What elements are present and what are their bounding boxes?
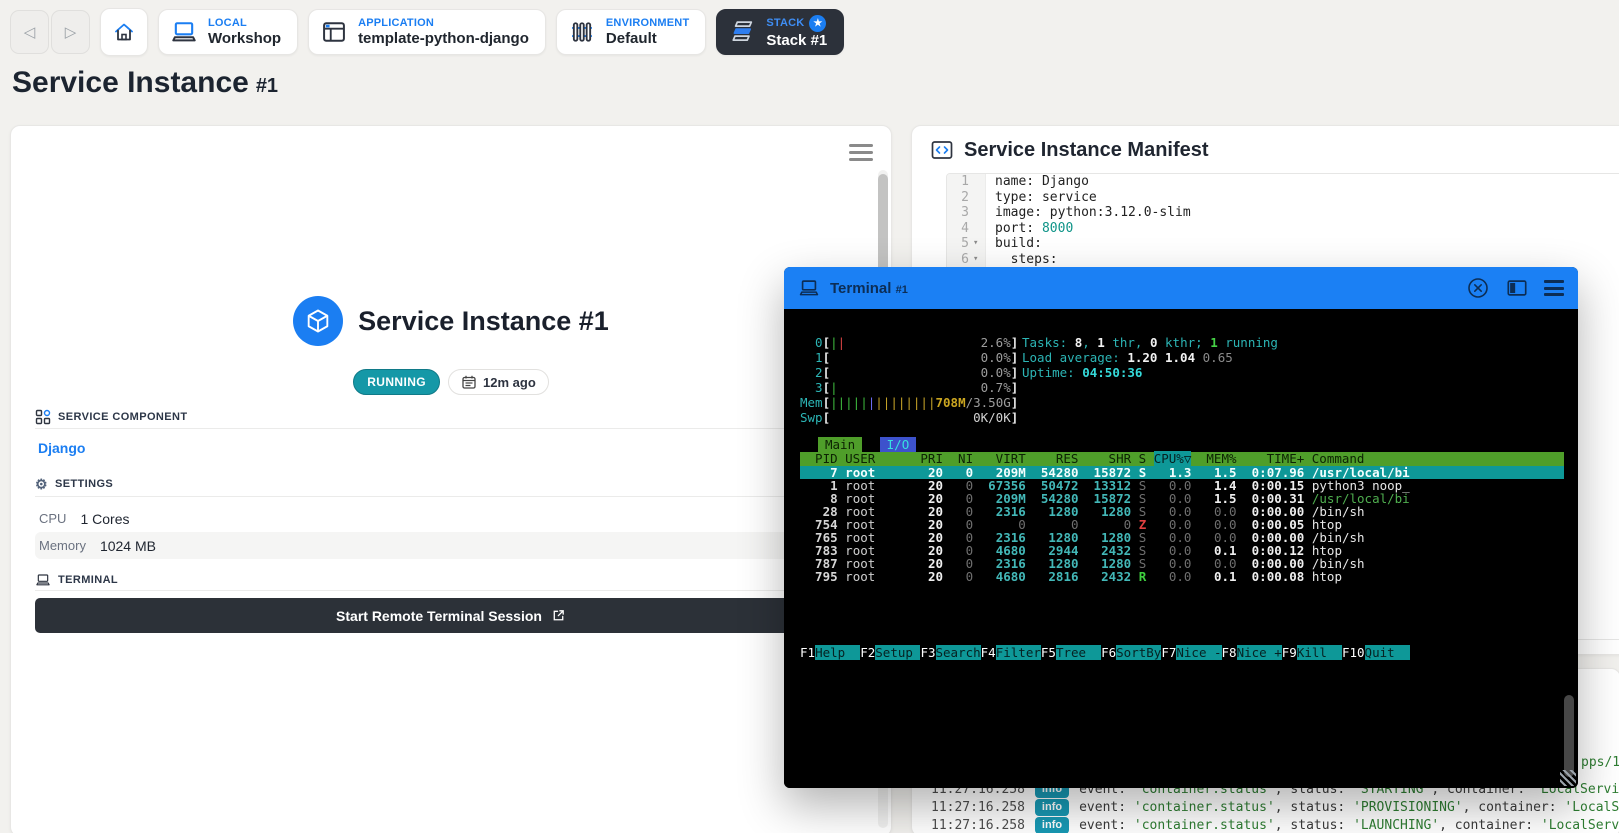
home-icon — [112, 20, 136, 44]
memory-label: Memory — [39, 538, 86, 553]
history-buttons: ◁ ▷ — [10, 10, 90, 54]
instance-title: Service Instance #1 — [358, 305, 609, 336]
service-component-heading: SERVICE COMPONENT — [35, 409, 187, 425]
manifest-code-lines: 1 name: Django 2 type: service 3 image: pytho… — [947, 174, 1619, 267]
cpu-value: 1 Cores — [80, 510, 130, 527]
code-file-icon — [930, 138, 954, 162]
back-button[interactable]: ◁ — [10, 10, 49, 54]
log-level-badge: info — [1034, 799, 1070, 816]
htop-tasks-load-uptime: Tasks: 8, 1 thr, 0 kthr; 1 running Load a… — [1022, 335, 1278, 380]
cpu-row: CPU 1 Cores — [35, 505, 867, 532]
resize-handle[interactable] — [1560, 770, 1576, 786]
htop-cpu-memory-meters: 0[|| 2.6%] 1[ 0.0%] 2[ 0.0%] 3[| 0.7%] Me… — [800, 335, 1019, 425]
terminal-screen[interactable]: 0[|| 2.6%] 1[ 0.0%] 2[ 0.0%] 3[| 0.7%] Me… — [784, 309, 1578, 788]
htop-function-key-bar[interactable]: F1Help F2Setup F3SearchF4FilterF5Tree F6… — [800, 645, 1410, 660]
service-cube-icon — [293, 296, 344, 346]
divider — [35, 428, 867, 429]
crumb-value: Stack #1 — [766, 31, 828, 49]
crumb-label: STACK — [766, 17, 805, 30]
divider — [35, 496, 867, 497]
breadcrumb-stack[interactable]: STACK ★ Stack #1 — [716, 9, 845, 55]
instance-badges: RUNNING 12m ago — [11, 369, 891, 395]
calendar-icon — [461, 374, 477, 390]
forward-button[interactable]: ▷ — [51, 10, 90, 54]
panel-layout-icon[interactable] — [1506, 277, 1528, 299]
card-menu-icon[interactable] — [849, 140, 873, 165]
divider — [35, 590, 867, 591]
breadcrumb-application[interactable]: APPLICATION template-python-django — [308, 9, 546, 55]
home-button[interactable] — [100, 8, 148, 56]
terminal-titlebar[interactable]: Terminal #1 — [784, 267, 1578, 309]
log-row: 11:27:16.258 info event: 'container.status… — [931, 817, 1619, 833]
log-row: 11:27:16.258 info event: 'container.status… — [931, 799, 1619, 816]
grid-icon — [35, 409, 51, 425]
page-title-suffix: #1 — [255, 75, 279, 97]
terminal-heading: TERMINAL — [35, 572, 118, 588]
close-icon[interactable] — [1466, 276, 1490, 300]
crumb-label: APPLICATION — [358, 17, 435, 30]
crumb-value: template-python-django — [358, 29, 529, 47]
manifest-title: Service Instance Manifest — [964, 138, 1209, 161]
breadcrumb-local[interactable]: LOCAL Workshop — [158, 9, 299, 55]
crumb-label: ENVIRONMENT — [605, 17, 690, 30]
log-row-fragment: pps/16 — [1581, 755, 1619, 770]
app-root: ◁ ▷ LOCAL Workshop APPLICATION template-… — [0, 0, 1619, 833]
htop-table-header: PID USER PRI NI VIRT RES SHR S CPU%▽ MEM… — [800, 451, 1564, 466]
breadcrumb-environment[interactable]: ENVIRONMENT Default — [555, 9, 707, 55]
external-link-icon — [551, 608, 566, 623]
back-icon: ◁ — [23, 24, 36, 41]
start-remote-terminal-button[interactable]: Start Remote Terminal Session — [35, 598, 867, 633]
terminal-menu-icon[interactable] — [1544, 277, 1564, 300]
terminal-scrollbar-thumb[interactable] — [1564, 695, 1574, 777]
status-badge: RUNNING — [353, 369, 441, 395]
memory-row: Memory 1024 MB — [35, 532, 867, 559]
crumb-label: LOCAL — [208, 17, 247, 30]
gear-icon: ⚙ — [35, 476, 48, 492]
component-link-django[interactable]: Django — [38, 440, 85, 456]
age-text: 12m ago — [483, 374, 536, 390]
environment-icon — [568, 18, 596, 46]
htop-tab-main[interactable]: Main — [818, 437, 863, 452]
application-icon — [320, 18, 348, 46]
laptop-icon — [798, 277, 820, 299]
terminal-title-suffix: #1 — [895, 283, 908, 296]
stack-icon — [728, 18, 756, 46]
terminal-title: Terminal #1 — [830, 279, 908, 297]
top-navigation: ◁ ▷ LOCAL Workshop APPLICATION template-… — [10, 8, 845, 56]
crumb-value: Workshop — [208, 29, 282, 47]
cpu-label: CPU — [39, 511, 67, 526]
terminal-window: Terminal #1 0[|| 2.6%] 1[0.0%] 2[0.0%]… — [784, 267, 1578, 788]
age-badge: 12m ago — [448, 369, 549, 395]
page-title: Service Instance #1 — [12, 66, 279, 99]
service-instance-card: Service Instance #1 RUNNING 12m ago SERV… — [10, 125, 892, 833]
laptop-icon — [35, 572, 51, 588]
memory-value: 1024 MB — [99, 537, 156, 554]
htop-tab-io[interactable]: I/O — [879, 437, 917, 452]
log-level-badge: info — [1034, 817, 1070, 833]
crumb-value: Default — [605, 29, 657, 47]
forward-icon: ▷ — [64, 24, 77, 41]
manifest-header: Service Instance Manifest — [930, 138, 1209, 162]
laptop-icon — [170, 18, 198, 46]
htop-process-table: PID USER PRI NI VIRT RES SHR S CPU%▽ MEM… — [800, 451, 1564, 583]
star-badge-icon: ★ — [809, 14, 827, 32]
instance-header: Service Instance #1 — [11, 296, 891, 346]
settings-heading: ⚙ SETTINGS — [35, 476, 114, 492]
